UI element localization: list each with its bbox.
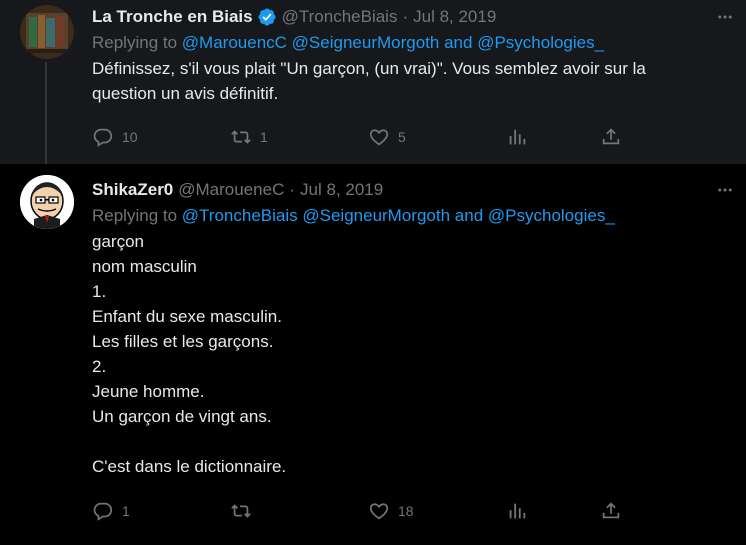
tweet-body: La Tronche en Biais @TroncheBiais · Jul … bbox=[92, 6, 730, 106]
verified-badge-icon bbox=[257, 7, 277, 27]
views-button[interactable] bbox=[506, 498, 528, 524]
mention-and: and bbox=[454, 206, 484, 225]
tweet-text-line: Un garçon de vingt ans. bbox=[92, 407, 272, 426]
separator: · bbox=[402, 7, 409, 26]
reply-count: 1 bbox=[122, 503, 130, 519]
mention-link[interactable]: @Psychologies_ bbox=[488, 206, 615, 225]
avatar-la-tronche[interactable] bbox=[20, 5, 74, 59]
mention-link[interactable]: @TroncheBiais bbox=[182, 206, 298, 225]
tweet-header: ShikaZer0 @MaroueneC · Jul 8, 2019 bbox=[92, 179, 730, 201]
tweet-date[interactable]: Jul 8, 2019 bbox=[300, 180, 383, 200]
share-button[interactable] bbox=[600, 498, 622, 524]
tweet-text-line: 2. bbox=[92, 357, 107, 376]
views-icon bbox=[506, 126, 528, 148]
tweet-text-line: Jeune homme. bbox=[92, 382, 205, 401]
author-handle[interactable]: @TroncheBiais bbox=[282, 7, 398, 27]
like-count: 5 bbox=[398, 129, 406, 145]
mention-link[interactable]: @Psychologies_ bbox=[477, 33, 604, 52]
author-handle[interactable]: @MaroueneC bbox=[178, 180, 284, 200]
tweet-text-line: Définissez, s'il vous plait "Un garçon, … bbox=[92, 59, 646, 78]
retweet-button[interactable] bbox=[230, 498, 252, 524]
mention-and: and bbox=[444, 33, 473, 52]
more-icon[interactable] bbox=[712, 179, 738, 201]
reply-icon bbox=[92, 126, 114, 148]
like-button[interactable]: 5 bbox=[368, 124, 406, 150]
share-icon bbox=[600, 500, 622, 522]
tweet-body: ShikaZer0 @MaroueneC · Jul 8, 2019 Reply… bbox=[92, 179, 730, 479]
heart-icon bbox=[368, 500, 390, 522]
tweet-actions: 1 18 bbox=[92, 498, 632, 524]
tweet-text-line: 1. bbox=[92, 282, 107, 301]
tweet-text-line bbox=[92, 429, 730, 454]
tweet-text-line: garçon bbox=[92, 232, 144, 251]
share-button[interactable] bbox=[600, 124, 622, 150]
separator: · bbox=[289, 180, 296, 199]
more-icon[interactable] bbox=[712, 6, 738, 28]
tweet-text: garçon nom masculin 1. Enfant du sexe ma… bbox=[92, 229, 730, 479]
mention-link[interactable]: @SeigneurMorgoth bbox=[292, 33, 440, 52]
retweet-count: 1 bbox=[260, 129, 268, 145]
tweet-actions: 10 1 5 bbox=[92, 124, 632, 150]
reply-button[interactable]: 1 bbox=[92, 498, 130, 524]
tweet-text-line: Les filles et les garçons. bbox=[92, 332, 274, 351]
avatar-shikazer0[interactable] bbox=[20, 175, 74, 229]
reply-button[interactable]: 10 bbox=[92, 124, 138, 150]
share-icon bbox=[600, 126, 622, 148]
tweet-shikazer0[interactable]: ShikaZer0 @MaroueneC · Jul 8, 2019 Reply… bbox=[0, 164, 746, 545]
tweet-la-tronche[interactable]: La Tronche en Biais @TroncheBiais · Jul … bbox=[0, 0, 746, 164]
thread-line bbox=[45, 62, 47, 164]
like-count: 18 bbox=[398, 503, 414, 519]
like-button[interactable]: 18 bbox=[368, 498, 414, 524]
reply-count: 10 bbox=[122, 129, 138, 145]
tweet-text-line: nom masculin bbox=[92, 257, 197, 276]
replying-to: Replying to @TroncheBiais @SeigneurMorgo… bbox=[92, 204, 730, 228]
author-name[interactable]: ShikaZer0 bbox=[92, 180, 173, 200]
replying-to: Replying to @MarouencC @SeigneurMorgoth … bbox=[92, 31, 730, 55]
heart-icon bbox=[368, 126, 390, 148]
tweet-text: Définissez, s'il vous plait "Un garçon, … bbox=[92, 56, 730, 106]
avatar-image bbox=[20, 175, 74, 229]
tweet-text-line: question un avis définitif. bbox=[92, 84, 279, 103]
retweet-icon bbox=[230, 126, 252, 148]
replying-prefix: Replying to bbox=[92, 33, 178, 52]
tweet-text-line: Enfant du sexe masculin. bbox=[92, 307, 282, 326]
views-button[interactable] bbox=[506, 124, 528, 150]
views-icon bbox=[506, 500, 528, 522]
author-name[interactable]: La Tronche en Biais bbox=[92, 7, 253, 27]
retweet-button[interactable]: 1 bbox=[230, 124, 268, 150]
tweet-date[interactable]: Jul 8, 2019 bbox=[413, 7, 496, 27]
tweet-header: La Tronche en Biais @TroncheBiais · Jul … bbox=[92, 6, 730, 28]
tweet-text-line: C'est dans le dictionnaire. bbox=[92, 457, 287, 476]
retweet-icon bbox=[230, 500, 252, 522]
reply-icon bbox=[92, 500, 114, 522]
mention-link[interactable]: @MarouencC bbox=[182, 33, 287, 52]
mention-link[interactable]: @SeigneurMorgoth bbox=[302, 206, 450, 225]
avatar-image bbox=[20, 5, 74, 59]
replying-prefix: Replying to bbox=[92, 206, 178, 225]
